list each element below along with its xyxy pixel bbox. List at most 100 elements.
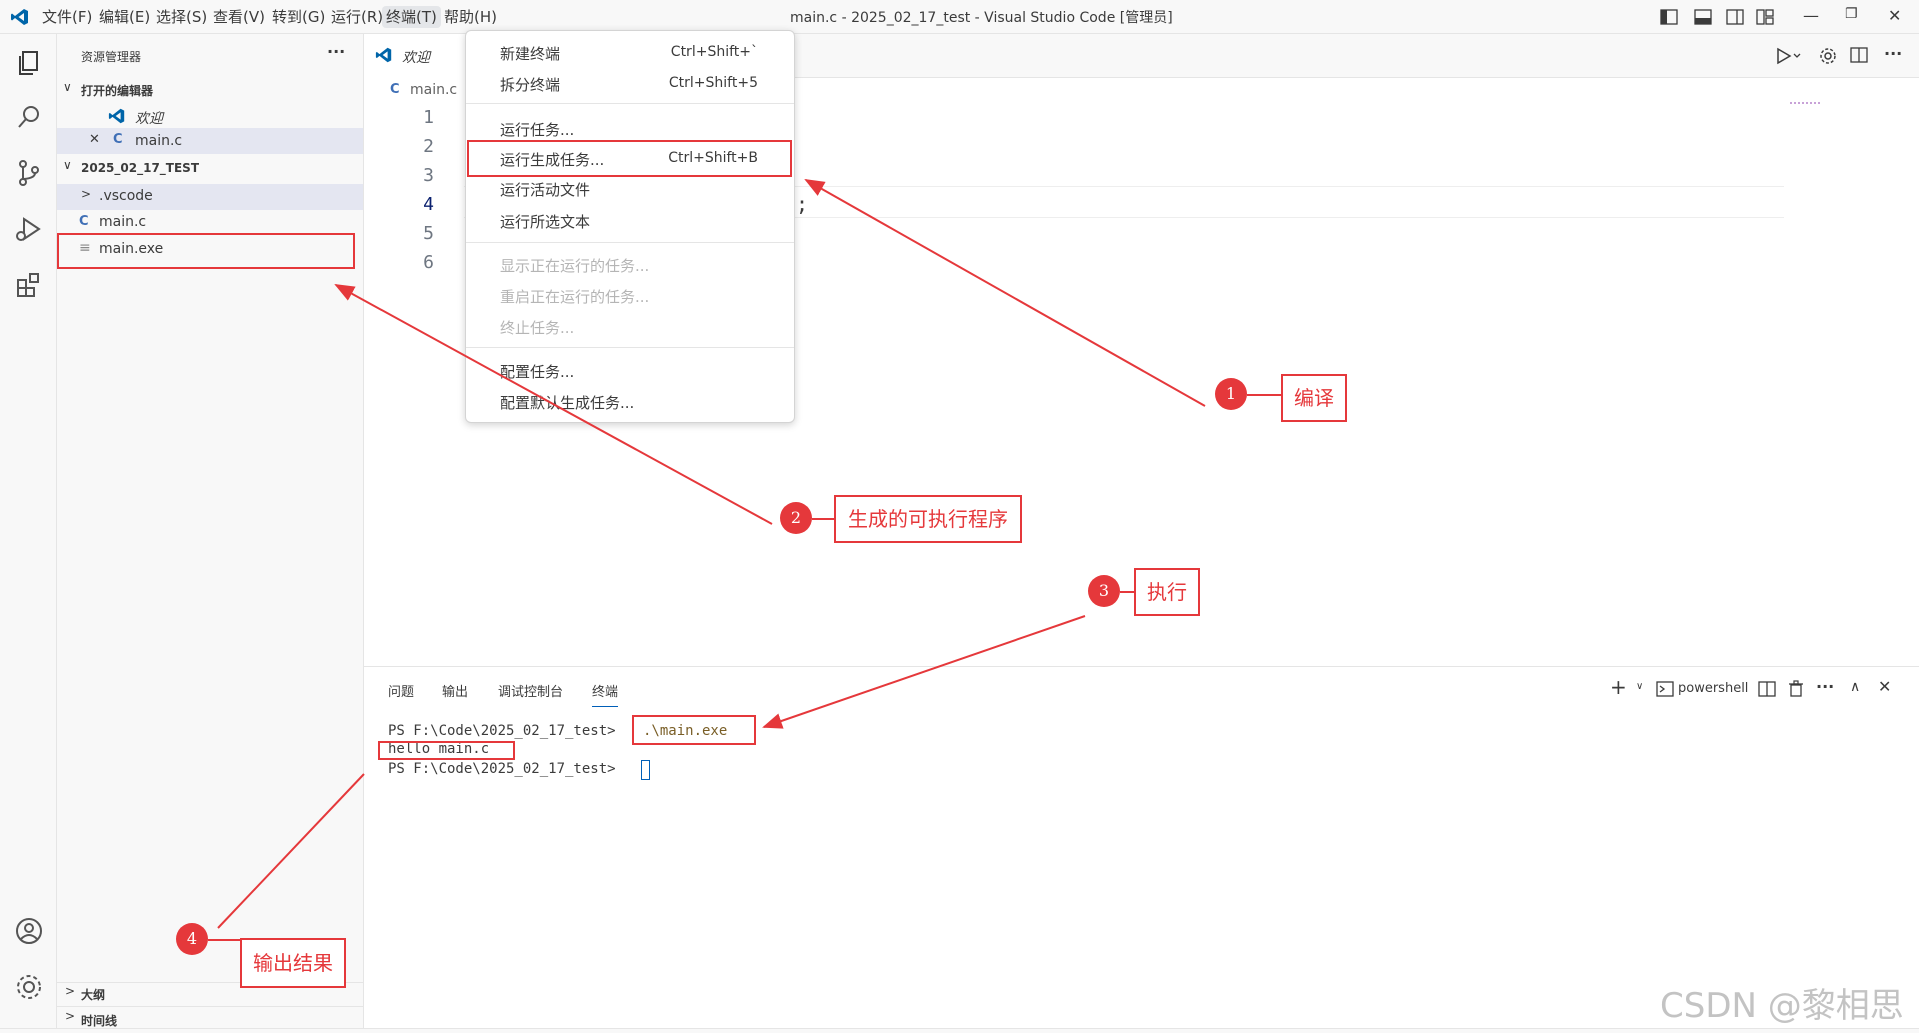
menu-run[interactable]: 运行(R) bbox=[327, 6, 387, 28]
menu-configure-default-build-task[interactable]: 配置默认生成任务... bbox=[500, 392, 634, 413]
breadcrumb-file[interactable]: main.c bbox=[410, 82, 457, 98]
terminal-prompt: PS F:\Code\2025_02_17_test> bbox=[388, 761, 616, 777]
minimize-icon[interactable]: — bbox=[1803, 6, 1819, 25]
callout-link bbox=[1120, 591, 1134, 593]
close-window-icon[interactable]: ✕ bbox=[1888, 6, 1901, 25]
tab-welcome-label: 欢迎 bbox=[402, 50, 430, 66]
menu-new-terminal[interactable]: 新建终端 bbox=[500, 43, 560, 64]
line-number: 3 bbox=[423, 165, 434, 186]
chevron-down-icon[interactable]: ∨ bbox=[63, 80, 72, 94]
run-debug-icon[interactable] bbox=[12, 212, 46, 246]
menu-restart-running-task: 重启正在运行的任务... bbox=[500, 288, 650, 306]
restore-icon[interactable]: ❐ bbox=[1845, 6, 1858, 22]
settings-gear-icon[interactable] bbox=[1818, 46, 1838, 66]
extensions-icon[interactable] bbox=[12, 268, 46, 302]
open-editor-row-selected[interactable] bbox=[57, 128, 363, 154]
trash-icon[interactable] bbox=[1788, 680, 1804, 698]
menu-view[interactable]: 查看(V) bbox=[209, 6, 269, 28]
menu-file[interactable]: 文件(F) bbox=[38, 6, 96, 28]
highlight-main-exe bbox=[57, 233, 355, 269]
line-number: 1 bbox=[423, 107, 434, 128]
minimap[interactable] bbox=[1790, 102, 1820, 112]
more-actions-icon[interactable]: ··· bbox=[1816, 677, 1834, 696]
file-vscode-folder[interactable]: .vscode bbox=[99, 188, 153, 204]
timeline-header[interactable]: 时间线 bbox=[81, 1012, 117, 1029]
menu-split-terminal[interactable]: 拆分终端 bbox=[500, 74, 560, 95]
menu-configure-tasks[interactable]: 配置任务... bbox=[500, 361, 574, 382]
status-bar bbox=[0, 1028, 1919, 1033]
open-editors-header[interactable]: 打开的编辑器 bbox=[81, 82, 153, 99]
chevron-right-icon[interactable]: > bbox=[65, 1009, 75, 1023]
shell-name[interactable]: powershell bbox=[1678, 681, 1748, 696]
chevron-down-icon[interactable]: ∨ bbox=[63, 158, 72, 172]
toggle-panel-icon[interactable] bbox=[1694, 9, 1712, 25]
terminal-menu-dropdown: 新建终端 Ctrl+Shift+` 拆分终端 Ctrl+Shift+5 运行任务… bbox=[465, 30, 795, 423]
menu-run-active-file[interactable]: 运行活动文件 bbox=[500, 179, 590, 200]
source-control-icon[interactable] bbox=[12, 156, 46, 190]
explorer-icon[interactable] bbox=[12, 46, 46, 80]
callout-number-4: 4 bbox=[176, 923, 208, 955]
menu-run-task[interactable]: 运行任务... bbox=[500, 119, 574, 140]
menu-terminate-task: 终止任务... bbox=[500, 319, 575, 337]
activity-bar bbox=[0, 34, 57, 1028]
open-editor-welcome[interactable]: 欢迎 bbox=[135, 108, 163, 128]
sidebar-title: 资源管理器 bbox=[81, 50, 142, 64]
run-code-icon[interactable] bbox=[1774, 46, 1802, 66]
bottom-panel: 问题 输出 调试控制台 终端 + ∨ powershell ··· ∧ ✕ PS… bbox=[364, 666, 1919, 1028]
maximize-panel-icon[interactable]: ∧ bbox=[1850, 679, 1860, 695]
c-file-icon: C bbox=[79, 214, 89, 229]
callout-number-2: 2 bbox=[780, 502, 812, 534]
chevron-right-icon[interactable]: > bbox=[81, 187, 91, 201]
manage-gear-icon[interactable] bbox=[12, 970, 46, 1004]
outline-header[interactable]: 大纲 bbox=[81, 986, 105, 1003]
callout-link bbox=[812, 518, 834, 520]
chevron-down-icon[interactable]: ∨ bbox=[1636, 681, 1643, 692]
vscode-logo-icon bbox=[108, 108, 125, 124]
explorer-sidebar: 资源管理器 ··· ∨ 打开的编辑器 欢迎 ✕ C main.c ∨ 2025_… bbox=[57, 34, 364, 1028]
menu-edit[interactable]: 编辑(E) bbox=[95, 6, 154, 28]
terminal-prompt: PS F:\Code\2025_02_17_test> bbox=[388, 723, 616, 739]
more-actions-icon[interactable]: ··· bbox=[1884, 44, 1902, 63]
callout-label-1: 编译 bbox=[1281, 374, 1347, 422]
file-main-c[interactable]: main.c bbox=[99, 214, 146, 230]
menu-selection[interactable]: 选择(S) bbox=[152, 6, 211, 28]
folder-header[interactable]: 2025_02_17_TEST bbox=[81, 161, 199, 175]
split-terminal-icon[interactable] bbox=[1758, 681, 1776, 697]
shortcut-new-terminal: Ctrl+Shift+` bbox=[670, 44, 758, 60]
open-editor-main-c[interactable]: main.c bbox=[135, 133, 182, 149]
customize-layout-icon[interactable] bbox=[1756, 9, 1774, 25]
search-icon[interactable] bbox=[12, 100, 46, 134]
tab-terminal[interactable]: 终端 bbox=[592, 681, 619, 707]
tab-output[interactable]: 输出 bbox=[442, 681, 468, 700]
close-editor-icon[interactable]: ✕ bbox=[89, 132, 100, 147]
toggle-secondary-sidebar-icon[interactable] bbox=[1726, 9, 1744, 25]
menu-run-selected-text[interactable]: 运行所选文本 bbox=[500, 211, 590, 232]
new-terminal-plus-icon[interactable]: + bbox=[1610, 675, 1627, 699]
callout-number-1: 1 bbox=[1215, 378, 1247, 410]
callout-link bbox=[208, 939, 240, 941]
vscode-logo-icon bbox=[375, 47, 392, 63]
terminal-cursor[interactable] bbox=[641, 760, 650, 780]
menu-separator bbox=[466, 347, 794, 348]
callout-link bbox=[1247, 394, 1281, 396]
split-editor-icon[interactable] bbox=[1850, 47, 1868, 63]
close-panel-icon[interactable]: ✕ bbox=[1878, 677, 1891, 696]
chevron-right-icon[interactable]: > bbox=[65, 984, 75, 998]
menu-go[interactable]: 转到(G) bbox=[268, 6, 329, 28]
highlight-output bbox=[378, 741, 515, 760]
tab-debug-console[interactable]: 调试控制台 bbox=[498, 681, 563, 700]
c-file-icon: C bbox=[390, 82, 400, 97]
window-title: main.c - 2025_02_17_test - Visual Studio… bbox=[790, 10, 1173, 26]
menu-separator bbox=[466, 242, 794, 243]
line-number: 6 bbox=[423, 252, 434, 273]
menu-help[interactable]: 帮助(H) bbox=[440, 6, 501, 28]
menu-separator bbox=[466, 103, 794, 104]
account-icon[interactable] bbox=[12, 914, 46, 948]
more-actions-icon[interactable]: ··· bbox=[327, 42, 345, 61]
vscode-logo-icon bbox=[11, 9, 28, 25]
tab-problems[interactable]: 问题 bbox=[388, 681, 414, 700]
code-fragment: ; bbox=[796, 192, 809, 216]
toggle-primary-sidebar-icon[interactable] bbox=[1660, 9, 1678, 25]
tab-welcome[interactable]: 欢迎 bbox=[364, 34, 474, 78]
menu-terminal[interactable]: 终端(T) bbox=[382, 6, 441, 28]
